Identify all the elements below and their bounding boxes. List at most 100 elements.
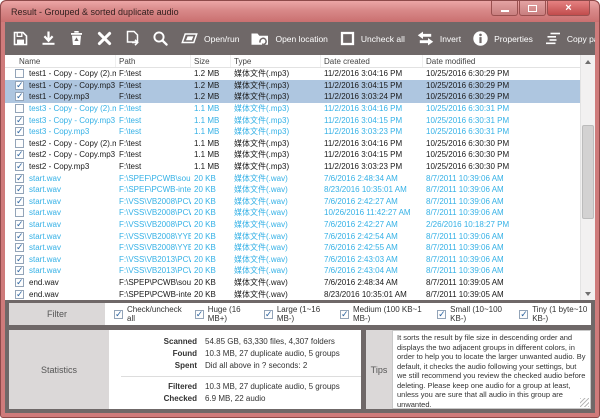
stat-value: 10.3 MB, 27 duplicate audio, 5 groups [205, 348, 340, 360]
path-cell: F:\VSS\VB2008\PCWB2... [116, 220, 191, 229]
scrollbar-thumb[interactable] [582, 125, 594, 219]
row-checkbox[interactable]: ✓ [15, 116, 24, 125]
download-button[interactable] [40, 30, 57, 47]
filter-option-small-10-100-kb-[interactable]: ✓Small (10~100 KB-) [437, 305, 506, 323]
close-button[interactable]: × [547, 1, 590, 16]
table-row[interactable]: ✓end.wavF:\SPEP\PCWB\sounds20 KB媒体文件(.wa… [5, 277, 595, 289]
row-checkbox[interactable]: ✓ [15, 255, 24, 264]
row-checkbox[interactable]: ✓ [15, 266, 24, 275]
size-cell: 20 KB [191, 255, 231, 264]
column-header-type[interactable]: Type [231, 55, 321, 67]
column-header-date-created[interactable]: Date created [321, 55, 423, 67]
table-row[interactable]: ✓start.wavF:\VSS\VB2008\YYBZZP...20 KB媒体… [5, 242, 595, 254]
row-checkbox[interactable] [15, 104, 24, 113]
minimize-icon [501, 10, 509, 12]
filter-checkbox[interactable]: ✓ [195, 310, 204, 319]
save-button[interactable] [12, 30, 29, 47]
table-row[interactable]: test1 - Copy - Copy (2).mp3F:\test1.2 MB… [5, 68, 595, 80]
scroll-down-button[interactable] [581, 287, 595, 300]
name-cell: test1 - Copy - Copy (2).mp3 [5, 69, 116, 78]
table-row[interactable]: ✓start.wavF:\VSS\VB2008\PCWB\s...20 KB媒体… [5, 196, 595, 208]
delete-button[interactable] [96, 30, 113, 47]
date-modified-cell: 2/26/2016 10:18:27 PM [423, 220, 582, 229]
uncheck-all-button[interactable]: Uncheck all [339, 30, 405, 47]
column-header-path[interactable]: Path [116, 55, 191, 67]
row-checkbox[interactable]: ✓ [15, 150, 24, 159]
table-row[interactable]: test3 - Copy - Copy (2).mp3F:\test1.1 MB… [5, 103, 595, 115]
path-cell: F:\test [116, 104, 191, 113]
column-header-date-modified[interactable]: Date modified [423, 55, 582, 67]
scroll-up-button[interactable] [581, 55, 595, 68]
app-window: Result - Grouped & sorted duplicate audi… [0, 0, 600, 418]
table-row[interactable]: ✓end.wavF:\SPEP\PCWB-intervie...20 KB媒体文… [5, 288, 595, 300]
row-checkbox[interactable]: ✓ [15, 162, 24, 171]
row-checkbox[interactable]: ✓ [15, 290, 24, 299]
table-row[interactable]: ✓test1 - Copy.mp3F:\test1.2 MB媒体文件(.mp3)… [5, 91, 595, 103]
filter-checkbox[interactable]: ✓ [519, 310, 528, 319]
table-row[interactable]: ✓start.wavF:\SPEF\PCWB-intervie...20 KB媒… [5, 184, 595, 196]
name-cell: ✓test3 - Copy.mp3 [5, 127, 116, 136]
search-button[interactable] [152, 30, 169, 47]
invert-button[interactable]: Invert [416, 30, 461, 47]
row-checkbox[interactable] [15, 208, 24, 217]
row-checkbox[interactable]: ✓ [15, 92, 24, 101]
open-location-button[interactable]: Open location [250, 30, 327, 47]
recycle-button[interactable] [68, 30, 85, 47]
tips-text: It sorts the result by file size in desc… [397, 333, 585, 409]
filter-checkbox[interactable]: ✓ [340, 310, 349, 319]
row-checkbox[interactable]: ✓ [15, 197, 24, 206]
row-checkbox[interactable] [15, 69, 24, 78]
table-row[interactable]: ✓test3 - Copy.mp3F:\test1.1 MB媒体文件(.mp3)… [5, 126, 595, 138]
file-name: start.wav [29, 220, 61, 229]
filter-option-large-1-16-mb-[interactable]: ✓Large (1~16 MB-) [264, 305, 327, 323]
row-checkbox[interactable]: ✓ [15, 243, 24, 252]
table-row[interactable]: ✓start.wavF:\SPEF\PCWB\sounds20 KB媒体文件(.… [5, 172, 595, 184]
row-checkbox[interactable]: ✓ [15, 81, 24, 90]
properties-button-label: Properties [494, 34, 533, 44]
bottom-panels: Statistics Scanned54.85 GB, 63,330 files… [9, 330, 591, 409]
filter-option-huge-16-mb-[interactable]: ✓Huge (16 MB+) [195, 305, 251, 323]
table-row[interactable]: ✓start.wavF:\VSS\VB2008\PCWB2...20 KB媒体文… [5, 219, 595, 231]
filter-option-medium-100-kb-1-mb-[interactable]: ✓Medium (100 KB~1 MB-) [340, 305, 424, 323]
table-row[interactable]: ✓test3 - Copy - Copy.mp3F:\test1.1 MB媒体文… [5, 114, 595, 126]
filter-checkbox[interactable]: ✓ [437, 310, 446, 319]
column-header-size[interactable]: Size [191, 55, 231, 67]
properties-button[interactable]: Properties [472, 30, 533, 47]
row-checkbox[interactable]: ✓ [15, 232, 24, 241]
table-row[interactable]: ✓test2 - Copy.mp3F:\test1.1 MB媒体文件(.mp3)… [5, 161, 595, 173]
filter-option-tiny-1-byte-10-kb-[interactable]: ✓Tiny (1 byte~10 KB-) [519, 305, 591, 323]
date-modified-cell: 8/7/2011 10:39:06 AM [423, 243, 582, 252]
filter-checkbox[interactable]: ✓ [264, 310, 273, 319]
table-row[interactable]: ✓start.wavF:\VSS\VB2013\PCWB\s...20 KB媒体… [5, 265, 595, 277]
path-cell: F:\SPEP\PCWB-intervie... [116, 290, 191, 299]
maximize-button[interactable] [519, 1, 546, 16]
date-modified-cell: 10/25/2016 6:30:31 PM [423, 104, 582, 113]
filter-option-check-uncheck-all[interactable]: ✓Check/uncheck all [114, 305, 182, 323]
row-checkbox[interactable]: ✓ [15, 278, 24, 287]
row-checkbox[interactable] [15, 139, 24, 148]
size-cell: 1.1 MB [191, 139, 231, 148]
resize-grip[interactable] [580, 398, 589, 407]
name-cell: ✓start.wav [5, 185, 116, 194]
minimize-button[interactable] [491, 1, 518, 16]
stat-value: Did all above in ? seconds: 2 [205, 360, 307, 372]
path-cell: F:\VSS\VB2008\YYBZZP... [116, 243, 191, 252]
table-row[interactable]: ✓test1 - Copy - Copy.mp3F:\test1.2 MB媒体文… [5, 80, 595, 92]
open-run-button-label: Open/run [204, 34, 239, 44]
table-row[interactable]: start.wavF:\VSS\VB2008\PCWB-...20 KB媒体文件… [5, 207, 595, 219]
row-checkbox[interactable]: ✓ [15, 127, 24, 136]
table-row[interactable]: ✓start.wavF:\VSS\VB2008\YYBZZP...20 KB媒体… [5, 230, 595, 242]
table-row[interactable]: test2 - Copy - Copy (2).mp3F:\test1.1 MB… [5, 138, 595, 150]
column-header-name[interactable]: Name [5, 55, 116, 67]
table-row[interactable]: ✓test2 - Copy - Copy.mp3F:\test1.1 MB媒体文… [5, 149, 595, 161]
open-run-button[interactable]: Open/run [180, 30, 239, 47]
scroll-up-icon [585, 60, 591, 64]
vertical-scrollbar[interactable] [580, 55, 595, 300]
row-checkbox[interactable]: ✓ [15, 185, 24, 194]
filter-checkbox[interactable]: ✓ [114, 310, 123, 319]
move-button[interactable] [124, 30, 141, 47]
row-checkbox[interactable]: ✓ [15, 174, 24, 183]
table-row[interactable]: ✓start.wavF:\VSS\VB2013\PCWB\...20 KB媒体文… [5, 254, 595, 266]
row-checkbox[interactable]: ✓ [15, 220, 24, 229]
copy-path-button[interactable]: Copy path [544, 30, 595, 47]
